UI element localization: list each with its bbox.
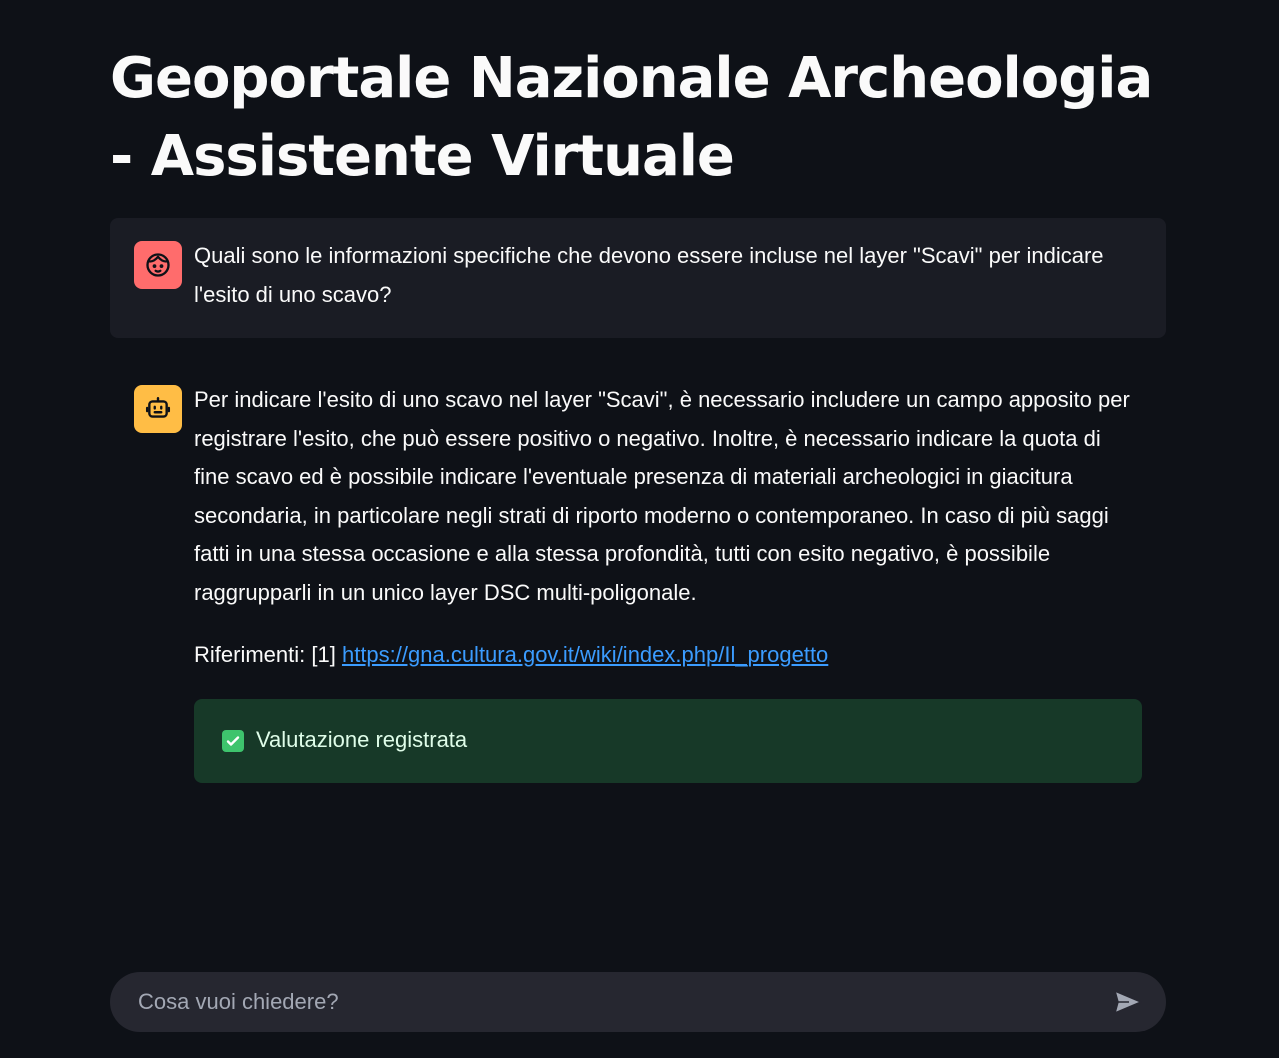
feedback-success-alert: Valutazione registrata: [194, 698, 1142, 783]
chat-input[interactable]: [136, 988, 1110, 1016]
send-icon: [1114, 990, 1142, 1014]
user-avatar: [134, 241, 182, 289]
chat-input-bar: [110, 972, 1166, 1032]
references-line: Riferimenti: [1] https://gna.cultura.gov…: [194, 636, 1142, 675]
feedback-text: Valutazione registrata: [256, 727, 468, 753]
user-face-icon: [146, 253, 170, 277]
chat-message-user: Quali sono le informazioni specifiche ch…: [110, 218, 1166, 338]
page-title: Geoportale Nazionale Archeologia - Assis…: [110, 46, 1153, 189]
references-label: Riferimenti:: [194, 642, 306, 667]
reference-link[interactable]: https://gna.cultura.gov.it/wiki/index.ph…: [342, 642, 828, 667]
check-mark-icon: [222, 729, 244, 752]
user-question: Quali sono le informazioni specifiche ch…: [194, 243, 1104, 307]
main-content: Geoportale Nazionale Archeologia - Assis…: [110, 40, 1166, 807]
reference-index: [1]: [311, 642, 336, 667]
app-page: Geoportale Nazionale Archeologia - Assis…: [0, 0, 1279, 1058]
assistant-message-content: Per indicare l'esito di uno scavo nel la…: [194, 381, 1142, 783]
assistant-answer: Per indicare l'esito di uno scavo nel la…: [194, 387, 1130, 605]
send-button[interactable]: [1110, 984, 1146, 1020]
user-message-text: Quali sono le informazioni specifiche ch…: [194, 237, 1142, 314]
assistant-avatar: [134, 385, 182, 433]
robot-icon: [145, 396, 171, 418]
chat-message-assistant: Per indicare l'esito di uno scavo nel la…: [110, 362, 1166, 807]
